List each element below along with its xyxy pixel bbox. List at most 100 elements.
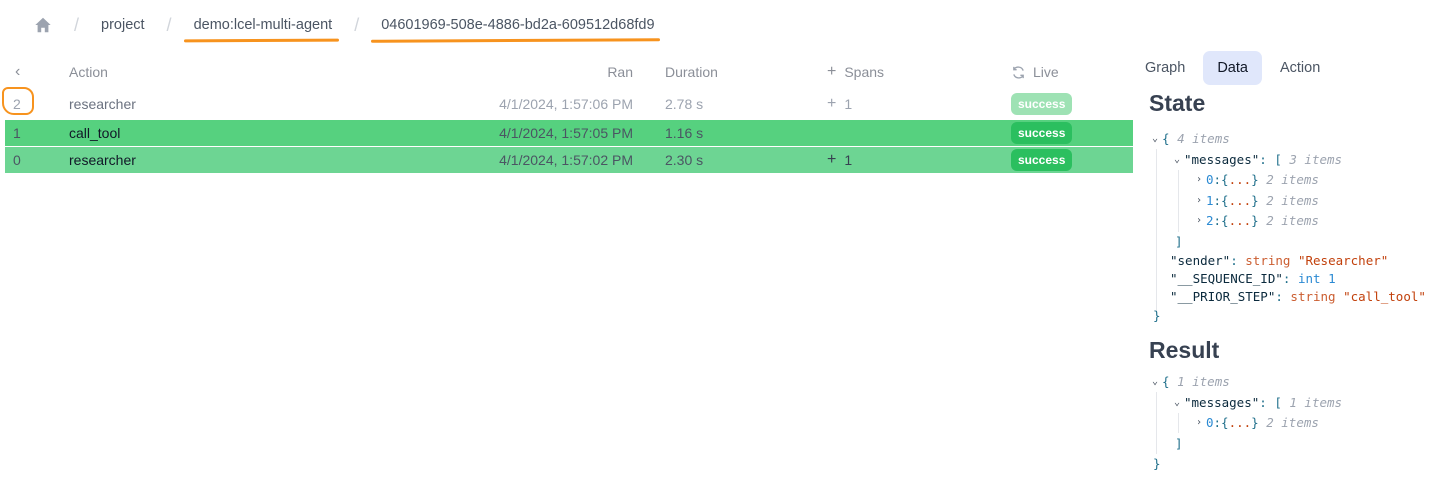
row-action: researcher [69,96,136,112]
json-key: "__SEQUENCE_ID" [1170,271,1283,286]
row-index: 1 [13,125,21,141]
json-close-bracket: ] [1175,233,1183,249]
item-count: 3 items [1289,151,1343,167]
status-badge: success [1011,149,1073,171]
json-key: "messages" [1184,151,1260,167]
row-status: success [1008,122,1133,144]
row-spans-count: 1 [844,152,853,168]
json-type: string [1245,253,1291,268]
json-message-item[interactable]: › 1:{...} 2 items [1152,191,1426,212]
chevron-right-icon[interactable]: › [1196,413,1206,434]
breadcrumb-separator: / [354,14,360,35]
plus-icon: + [827,151,837,168]
status-badge: success [1011,122,1073,144]
json-value: 1 [1328,271,1336,286]
json-close-bracket: ] [1175,435,1183,451]
chevron-right-icon[interactable]: › [1196,211,1206,232]
breadcrumb-app-label: demo:lcel-multi-agent [193,17,333,33]
breadcrumb-run-id[interactable]: 04601969-508e-4886-bd2a-609512d68fd9 [371,17,661,43]
refresh-icon [1013,65,1024,79]
annotation-underline [371,38,661,43]
row-ran: 4/1/2024, 1:57:02 PM [499,152,633,168]
row-ran: 4/1/2024, 1:57:06 PM [499,96,633,112]
json-type: int [1297,271,1321,286]
breadcrumb-project[interactable]: project [101,17,145,33]
json-message-item[interactable]: › 0:{...} 2 items [1152,413,1342,434]
json-index: 0 [1206,415,1214,430]
annotation-underline [183,38,339,43]
home-icon[interactable] [34,16,52,34]
row-spans-count: 1 [844,96,853,112]
result-json-viewer: ⌄{ 1 items ⌄ "messages": [ 1 items › 0:{..… [1152,372,1342,475]
plus-icon: + [827,63,837,80]
header-action: Action [69,64,108,80]
result-heading: Result [1149,337,1220,363]
header-spans[interactable]: + Spans [816,63,1008,81]
breadcrumb-separator: / [74,14,80,35]
json-message-item[interactable]: › 2:{...} 2 items [1152,211,1426,232]
item-count: 1 items [1289,394,1343,410]
chevron-down-icon[interactable]: ⌄ [1152,129,1162,150]
row-duration: 2.78 s [665,96,704,112]
chevron-down-icon[interactable]: ⌄ [1174,393,1184,414]
row-spans[interactable]: + 1 [816,151,1008,169]
item-count: 1 items [1177,374,1230,389]
chevron-left-icon[interactable]: ‹ [5,63,69,81]
json-type: string [1290,289,1336,304]
item-count: 2 items [1266,192,1319,208]
header-live[interactable]: Live [1008,64,1133,80]
row-status: success [1008,149,1133,171]
json-message-item[interactable]: › 0:{...} 2 items [1152,170,1426,191]
view-tabs: Graph Data Action [1131,51,1334,85]
item-count: 4 items [1177,131,1230,146]
tab-action[interactable]: Action [1266,51,1334,85]
chevron-down-icon[interactable]: ⌄ [1174,150,1184,171]
json-key: "__PRIOR_STEP" [1170,289,1276,304]
json-root[interactable]: ⌄{ 1 items [1152,372,1342,393]
chevron-right-icon[interactable]: › [1196,170,1206,191]
table-header: ‹ Action Ran Duration + Spans Live [5,58,1133,86]
state-heading: State [1149,90,1206,116]
json-field-prior-step: "__PRIOR_STEP": string "call_tool" [1170,289,1426,304]
plus-icon: + [827,95,837,112]
table-row[interactable]: 1 call_tool 4/1/2024, 1:57:05 PM 1.16 s … [5,120,1133,146]
chevron-down-icon[interactable]: ⌄ [1152,372,1162,393]
breadcrumb-app[interactable]: demo:lcel-multi-agent [183,17,339,43]
row-spans[interactable]: + 1 [816,95,1008,113]
header-spans-label: Spans [844,64,885,80]
breadcrumb-run-id-label: 04601969-508e-4886-bd2a-609512d68fd9 [381,17,655,33]
row-action: call_tool [69,125,121,141]
json-close-brace: } [1153,308,1161,323]
row-status: success [1008,93,1133,115]
status-badge: success [1011,93,1073,115]
json-value: "call_tool" [1343,289,1426,304]
table-row[interactable]: 0 researcher 4/1/2024, 1:57:02 PM 2.30 s… [5,147,1133,173]
json-root[interactable]: ⌄{ 4 items [1152,129,1426,150]
breadcrumb: / project / demo:lcel-multi-agent / 0460… [34,14,661,43]
json-messages[interactable]: ⌄ "messages": [ 1 items [1152,393,1342,414]
item-count: 2 items [1266,213,1319,228]
state-json-viewer: ⌄{ 4 items ⌄ "messages": [ 3 items › 0:{..… [1152,129,1426,327]
json-messages[interactable]: ⌄ "messages": [ 3 items [1152,150,1426,171]
json-index: 1 [1206,192,1214,208]
breadcrumb-separator: / [166,14,172,35]
json-close-brace: } [1153,456,1161,471]
table-row[interactable]: 2 researcher 4/1/2024, 1:57:06 PM 2.78 s… [2,87,1133,117]
header-duration: Duration [665,64,718,80]
json-index: 2 [1206,213,1214,228]
tab-data[interactable]: Data [1203,51,1262,85]
json-key: "sender" [1170,253,1231,268]
json-field-sender: "sender": string "Researcher" [1170,253,1389,268]
json-value: "Researcher" [1297,253,1389,268]
item-count: 2 items [1266,415,1319,430]
chevron-right-icon[interactable]: › [1196,191,1206,212]
row-ran: 4/1/2024, 1:57:05 PM [499,125,633,141]
row-index: 0 [13,152,21,168]
json-key: "messages" [1184,394,1260,410]
header-live-label: Live [1033,64,1059,80]
item-count: 2 items [1266,172,1319,187]
row-action: researcher [69,152,136,168]
json-field-sequence-id: "__SEQUENCE_ID": int 1 [1170,271,1336,286]
tab-graph[interactable]: Graph [1131,51,1199,85]
steps-table: ‹ Action Ran Duration + Spans Live 2 res… [2,58,1133,173]
